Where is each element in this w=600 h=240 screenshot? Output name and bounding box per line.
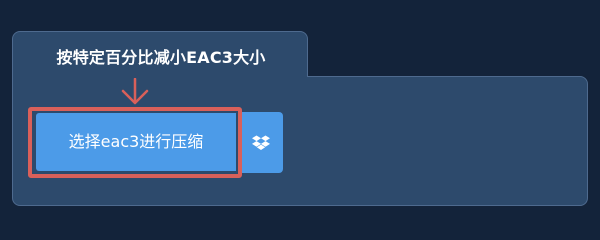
panel-title: 按特定百分比减小EAC3大小 [56,48,266,67]
pointer-arrow-icon [121,78,149,105]
dropbox-icon [252,135,270,150]
page: 按特定百分比减小EAC3大小 选择eac3进行压缩 [0,0,600,230]
highlight-frame [28,107,242,178]
dropbox-button[interactable] [239,112,283,173]
panel-tab: 按特定百分比减小EAC3大小 [12,31,308,79]
panel-seam [13,75,307,78]
